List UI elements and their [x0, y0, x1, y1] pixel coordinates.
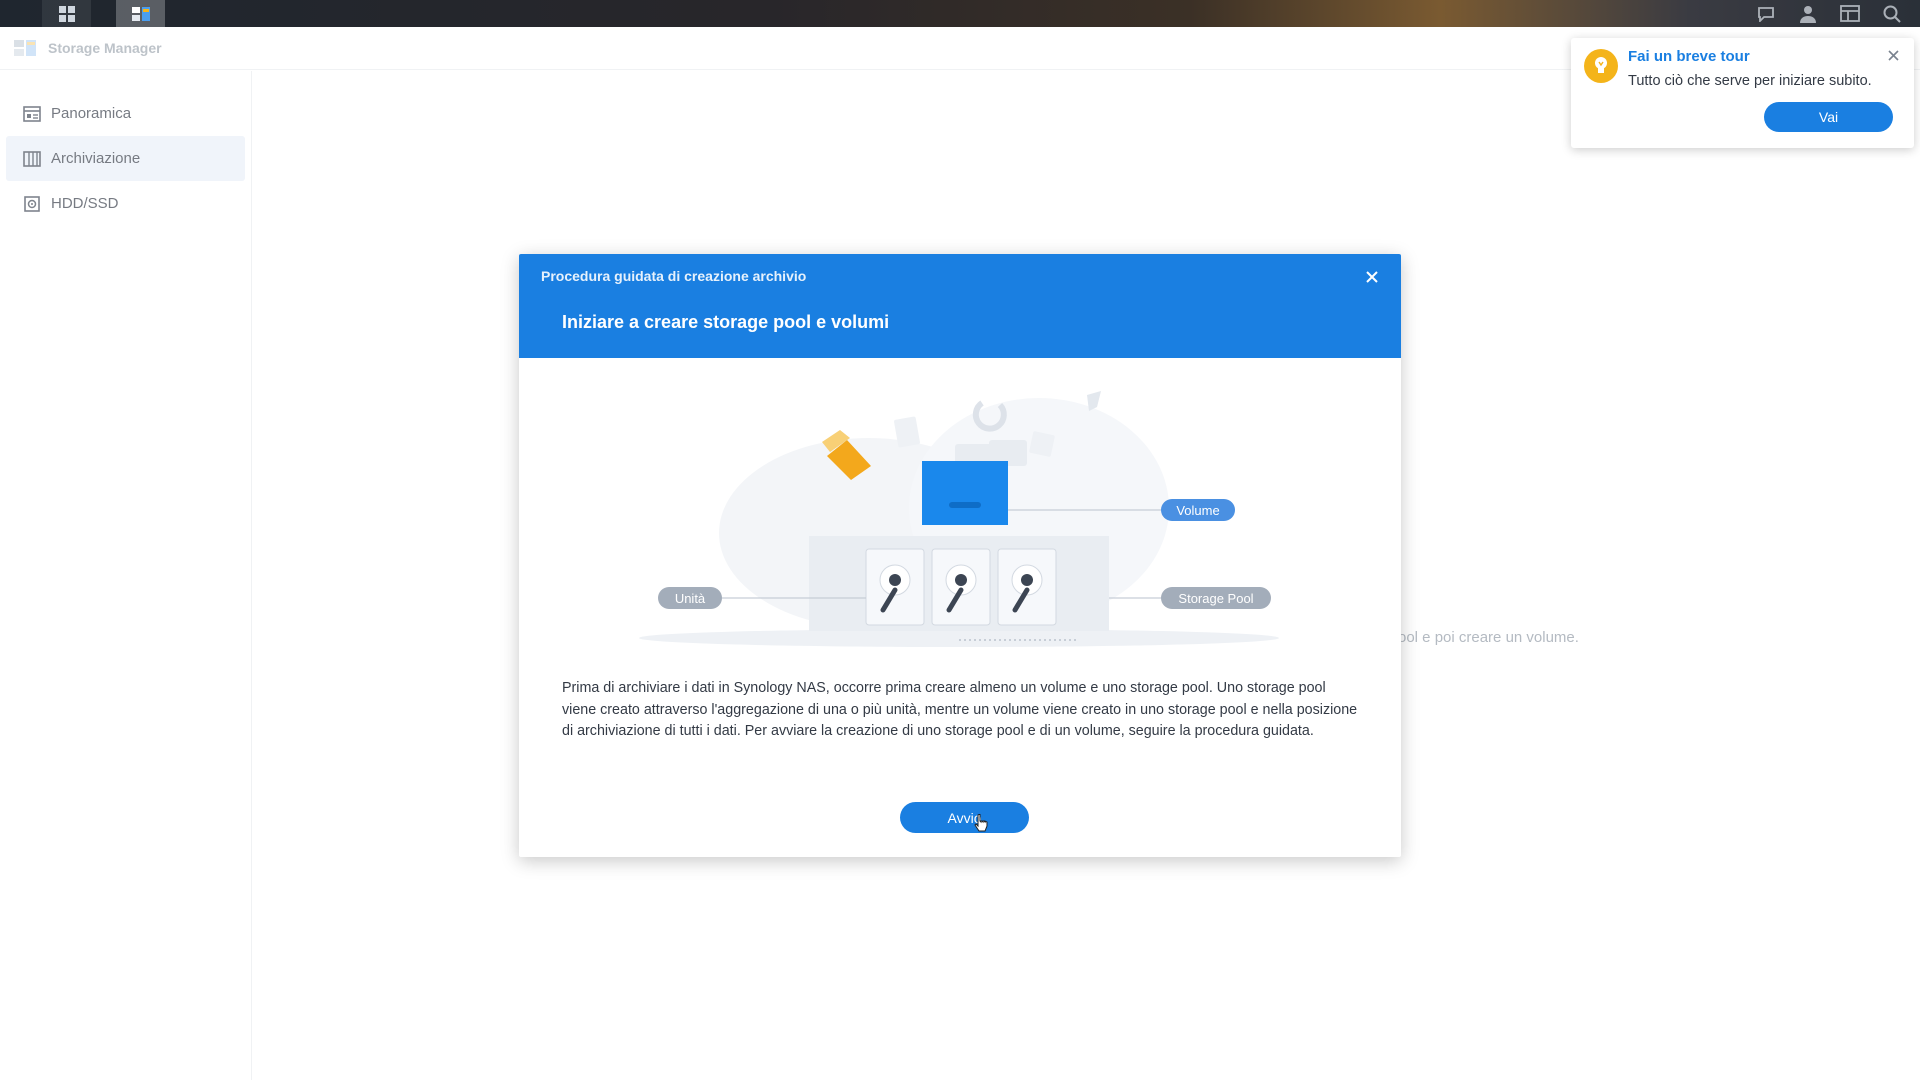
- lightbulb-icon: [1584, 49, 1618, 83]
- storage-manager-taskbar-button[interactable]: [116, 0, 165, 27]
- drive-label: Unità: [675, 591, 706, 606]
- image-file-icon: [1029, 431, 1055, 457]
- grid-icon: [58, 5, 75, 22]
- drive-icon: [931, 548, 991, 626]
- drive-icon: [997, 548, 1057, 626]
- volume-block: [922, 461, 1008, 525]
- chat-icon[interactable]: [1752, 0, 1780, 27]
- start-button[interactable]: Avvio: [900, 802, 1029, 833]
- storage-pool-label: Storage Pool: [1178, 591, 1253, 606]
- tour-title: Fai un breve tour: [1628, 48, 1750, 65]
- user-icon[interactable]: [1794, 0, 1822, 27]
- drive-icon: [865, 548, 925, 626]
- storage-creation-wizard: Procedura guidata di creazione archivio …: [519, 254, 1401, 857]
- storage-manager-icon: [131, 6, 150, 21]
- taskbar: [0, 0, 1920, 27]
- tour-close-button[interactable]: [1884, 46, 1902, 64]
- tour-text: Tutto ciò che serve per iniziare subito.: [1628, 73, 1872, 89]
- storage-illustration: Volume Unità Storage Pool: [639, 391, 1279, 647]
- wizard-description: Prima di archiviare i dati in Synology N…: [562, 680, 1358, 739]
- wizard-header: Procedura guidata di creazione archivio …: [519, 254, 1401, 358]
- rocket-icon: [1087, 391, 1101, 411]
- close-icon: [1366, 271, 1378, 283]
- volume-label: Volume: [1176, 503, 1219, 518]
- close-icon: [1887, 49, 1899, 61]
- pointer-cursor-icon: [974, 814, 988, 832]
- search-icon[interactable]: [1878, 0, 1906, 27]
- main-menu-button[interactable]: [42, 0, 91, 27]
- wizard-title: Procedura guidata di creazione archivio: [541, 268, 807, 284]
- close-button[interactable]: [1361, 266, 1383, 288]
- wizard-step-title: Iniziare a creare storage pool e volumi: [562, 312, 890, 332]
- widgets-icon[interactable]: [1836, 0, 1864, 27]
- tour-go-button[interactable]: Vai: [1764, 102, 1893, 132]
- tour-popup: Fai un breve tour Tutto ciò che serve pe…: [1571, 38, 1914, 148]
